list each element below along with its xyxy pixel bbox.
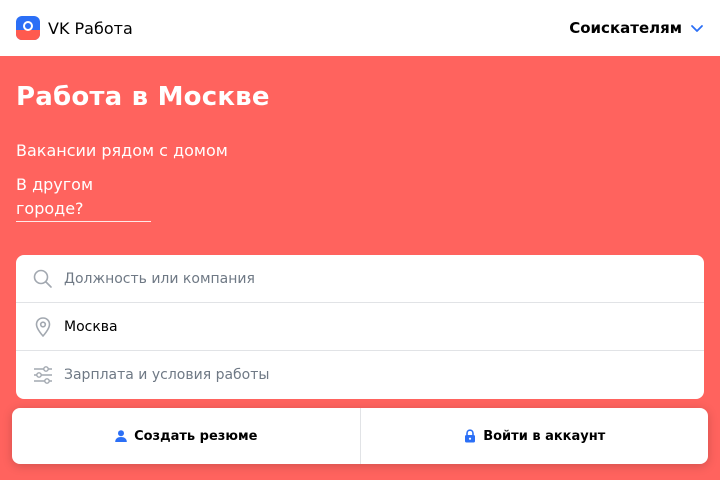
app-header: VK Работа Соискателям (0, 0, 720, 56)
search-form: Зарплата и условия работы (16, 255, 704, 399)
page-title: Работа в Москве (16, 82, 270, 112)
other-city-link[interactable]: В другом городе? (16, 173, 151, 222)
login-label: Войти в аккаунт (483, 428, 606, 444)
position-field[interactable] (16, 255, 704, 303)
menu-label: Соискателям (569, 19, 682, 37)
location-pin-icon (35, 317, 51, 338)
action-bar: Создать резюме Войти в аккаунт (12, 408, 708, 464)
sliders-icon (34, 366, 52, 384)
position-input[interactable] (64, 270, 664, 287)
lock-icon (465, 429, 476, 443)
filters-label: Зарплата и условия работы (64, 367, 270, 383)
brand[interactable]: VK Работа (16, 16, 133, 40)
chevron-down-icon (691, 25, 703, 32)
user-icon (115, 430, 127, 442)
city-input[interactable] (64, 318, 664, 335)
jobseekers-menu[interactable]: Соискателям (569, 19, 704, 37)
search-icon (33, 269, 52, 288)
create-resume-label: Создать резюме (134, 428, 258, 444)
filters-field[interactable]: Зарплата и условия работы (16, 351, 704, 399)
vk-rabota-logo-icon (16, 16, 40, 40)
city-field[interactable] (16, 303, 704, 351)
page-subtitle: Вакансии рядом с домом (16, 141, 228, 160)
login-button[interactable]: Войти в аккаунт (359, 408, 709, 464)
brand-name: VK Работа (48, 18, 133, 38)
create-resume-button[interactable]: Создать резюме (12, 408, 360, 464)
